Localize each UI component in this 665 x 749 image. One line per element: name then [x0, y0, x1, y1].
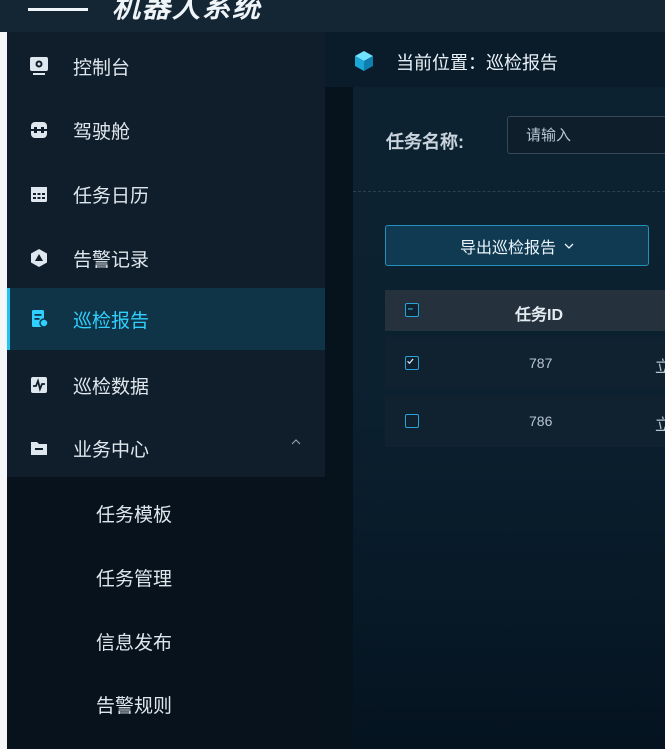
alarm-icon	[31, 249, 47, 267]
row-checkbox[interactable]	[405, 356, 419, 370]
sidebar-item-label: 控制台	[73, 57, 131, 79]
app-logo-text: 机器人系统	[112, 0, 263, 23]
main-content: 当前位置：巡检报告 任务名称: 导出巡检报告 任务ID 787	[325, 32, 665, 749]
column-header-task-id[interactable]: 任务ID	[515, 301, 563, 325]
export-button-label: 导出巡检报告	[459, 239, 556, 257]
sidebar-subitem-label: 任务模板	[96, 505, 173, 526]
sidebar-item-inspection-data[interactable]: 巡检数据	[7, 354, 325, 416]
cell-next-column: 立	[655, 417, 665, 434]
sidebar-item-calendar[interactable]: 任务日历	[7, 163, 325, 225]
sidebar-item-label: 驾驶舱	[73, 121, 131, 143]
folder-icon	[31, 442, 47, 455]
check-icon	[407, 358, 414, 365]
task-name-input[interactable]	[507, 116, 665, 154]
business-center-submenu: 任务模板 任务管理 信息发布 告警规则	[7, 477, 325, 749]
sidebar-subitem-label: 信息发布	[96, 633, 173, 654]
table-row[interactable]: 786 立	[385, 395, 665, 447]
row-checkbox[interactable]	[405, 414, 419, 428]
sidebar-subitem-info-publish[interactable]: 信息发布	[7, 609, 325, 671]
calendar-icon	[31, 187, 47, 202]
data-icon	[31, 377, 47, 393]
sidebar-subitem-label: 任务管理	[96, 569, 173, 590]
cell-task-id: 786	[529, 413, 553, 429]
export-report-button[interactable]: 导出巡检报告	[385, 225, 649, 266]
breadcrumb: 当前位置：巡检报告	[325, 32, 665, 87]
window-edge	[0, 32, 7, 749]
cell-task-id: 787	[529, 355, 553, 371]
sidebar-item-cockpit[interactable]: 驾驶舱	[7, 99, 325, 161]
table-row[interactable]: 787 立	[385, 337, 665, 389]
chevron-down-icon	[564, 243, 574, 249]
report-icon	[32, 310, 49, 328]
sidebar-subitem-task-management[interactable]: 任务管理	[7, 545, 325, 607]
sidebar-item-label: 巡检报告	[73, 310, 150, 332]
sidebar-item-business-center[interactable]: 业务中心	[7, 417, 325, 479]
sidebar-item-label: 业务中心	[73, 439, 150, 461]
cube-icon	[355, 51, 373, 71]
sidebar: 控制台 驾驶舱 任务日历 告警记录 巡检报告 巡检数据 业务中心 任务模板 任务…	[7, 32, 325, 749]
sidebar-item-alarm-records[interactable]: 告警记录	[7, 227, 325, 289]
sidebar-subitem-task-template[interactable]: 任务模板	[7, 481, 325, 543]
minus-icon	[407, 308, 413, 310]
sidebar-item-console[interactable]: 控制台	[7, 35, 325, 97]
sidebar-item-label: 告警记录	[73, 249, 150, 271]
logo-mark	[28, 2, 88, 11]
top-bar: 机器人系统	[0, 0, 665, 32]
cell-next-column: 立	[655, 359, 665, 376]
sidebar-item-label: 巡检数据	[73, 376, 150, 398]
monitor-icon	[30, 57, 48, 75]
sidebar-item-inspection-report[interactable]: 巡检报告	[7, 288, 325, 350]
select-all-checkbox[interactable]	[405, 303, 419, 317]
divider	[353, 191, 665, 192]
breadcrumb-text: 当前位置：巡检报告	[396, 53, 558, 73]
sidebar-subitem-alarm-rules[interactable]: 告警规则	[7, 672, 325, 734]
table-header: 任务ID	[385, 290, 665, 331]
sidebar-item-label: 任务日历	[73, 185, 150, 207]
task-name-label: 任务名称:	[386, 132, 464, 152]
chevron-up-icon[interactable]	[291, 437, 301, 447]
cockpit-icon	[31, 122, 47, 138]
sidebar-subitem-label: 告警规则	[96, 696, 173, 717]
